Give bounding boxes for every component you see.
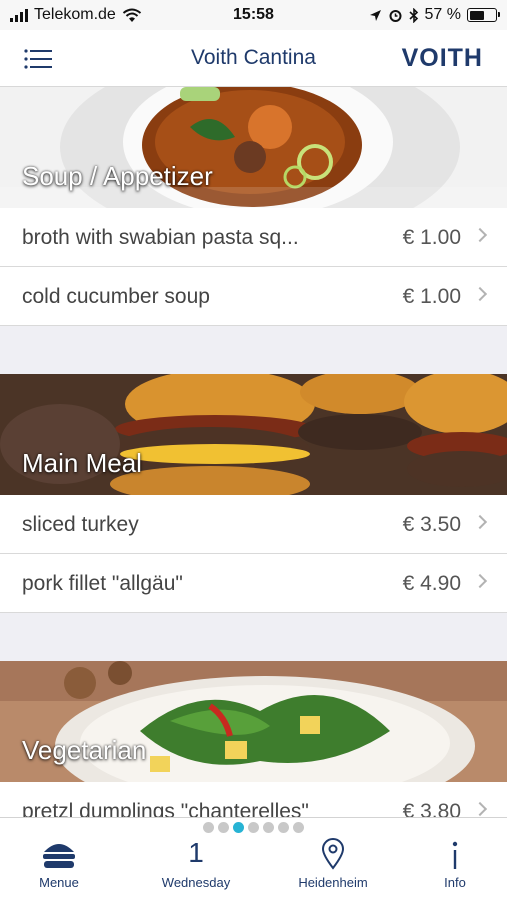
- page-dot[interactable]: [248, 822, 259, 833]
- menu-section-main-meal: Main Meal sliced turkey € 3.50 pork fill…: [0, 374, 507, 613]
- voith-logo: VOITH: [401, 44, 483, 72]
- chevron-right-icon: [472, 801, 488, 817]
- page-dot[interactable]: [278, 822, 289, 833]
- section-title: Main Meal: [22, 448, 142, 478]
- location-pin-icon: [321, 838, 345, 870]
- bluetooth-icon: [408, 7, 418, 23]
- page-dot[interactable]: [263, 822, 274, 833]
- dish-name: broth with swabian pasta sq...: [22, 226, 299, 249]
- menu-list: Soup / Appetizer broth with swabian past…: [0, 87, 507, 817]
- chevron-right-icon: [472, 227, 488, 243]
- tab-menue[interactable]: Menue: [4, 836, 114, 890]
- dish-name: sliced turkey: [22, 513, 139, 536]
- tab-label: Menue: [39, 875, 79, 890]
- chevron-right-icon: [472, 286, 488, 302]
- section-banner: Soup / Appetizer: [0, 87, 507, 208]
- dish-price: € 1.00: [402, 226, 461, 249]
- menu-item-row[interactable]: pretzl dumplings "chanterelles" € 3.80: [0, 782, 507, 817]
- page-dot[interactable]: [293, 822, 304, 833]
- dish-price: € 3.80: [402, 800, 461, 817]
- menu-item-row[interactable]: cold cucumber soup € 1.00: [0, 267, 507, 326]
- page-indicator: [0, 822, 507, 833]
- alarm-icon: [389, 9, 402, 22]
- dish-name: cold cucumber soup: [22, 285, 210, 308]
- day-number: 1: [188, 837, 204, 868]
- menu-item-row[interactable]: pork fillet "allgäu" € 4.90: [0, 554, 507, 613]
- info-icon: [452, 841, 458, 869]
- location-arrow-icon: [369, 9, 381, 21]
- dish-price: € 4.90: [402, 572, 461, 595]
- status-right: 57 %: [369, 6, 500, 24]
- nav-bar: Voith Cantina VOITH: [0, 30, 507, 87]
- tab-label: Info: [444, 875, 466, 890]
- menu-section-soup: Soup / Appetizer broth with swabian past…: [0, 87, 507, 326]
- battery-percent: 57 %: [424, 6, 461, 23]
- section-title: Vegetarian: [22, 735, 147, 765]
- tab-label: Heidenheim: [298, 875, 368, 890]
- tab-day[interactable]: 1 Wednesday: [141, 836, 251, 890]
- menu-item-row[interactable]: broth with swabian pasta sq... € 1.00: [0, 208, 507, 267]
- section-banner: Main Meal: [0, 374, 507, 495]
- chevron-right-icon: [472, 573, 488, 589]
- dish-name: pretzl dumplings "chanterelles": [22, 800, 309, 817]
- menu-item-row[interactable]: sliced turkey € 3.50: [0, 495, 507, 554]
- battery-level-fill: [469, 10, 484, 20]
- dish-price: € 3.50: [402, 513, 461, 536]
- dish-price: € 1.00: [402, 285, 461, 308]
- burger-icon: [43, 844, 75, 868]
- chevron-right-icon: [472, 514, 488, 530]
- page-dot[interactable]: [218, 822, 229, 833]
- section-title: Soup / Appetizer: [22, 161, 213, 191]
- tab-label: Wednesday: [161, 875, 231, 890]
- tab-info[interactable]: Info: [415, 836, 495, 890]
- dish-name: pork fillet "allgäu": [22, 572, 183, 595]
- section-banner: Vegetarian: [0, 661, 507, 782]
- status-bar: Telekom.de 15:58 57 %: [0, 0, 507, 30]
- page-dot[interactable]: [233, 822, 244, 833]
- menu-section-vegetarian: Vegetarian pretzl dumplings "chanterelle…: [0, 661, 507, 817]
- page-dot[interactable]: [203, 822, 214, 833]
- tab-location[interactable]: Heidenheim: [278, 836, 388, 890]
- battery-icon: [467, 8, 500, 22]
